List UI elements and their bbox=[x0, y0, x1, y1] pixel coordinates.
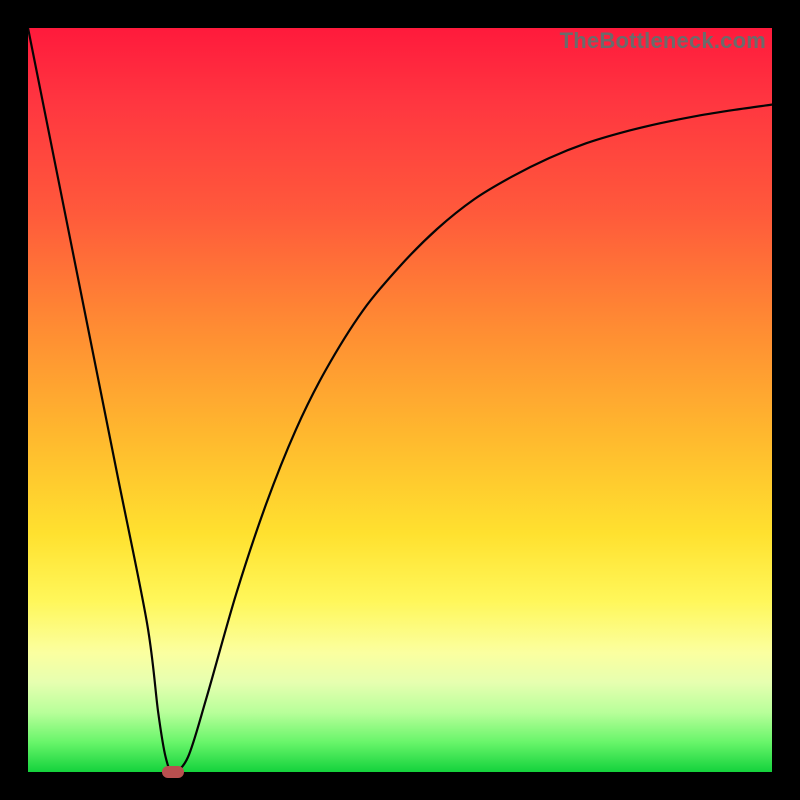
watermark-text: TheBottleneck.com bbox=[560, 28, 766, 54]
chart-frame: TheBottleneck.com bbox=[0, 0, 800, 800]
min-marker bbox=[162, 766, 184, 778]
bottleneck-curve bbox=[28, 28, 772, 772]
plot-area: TheBottleneck.com bbox=[28, 28, 772, 772]
